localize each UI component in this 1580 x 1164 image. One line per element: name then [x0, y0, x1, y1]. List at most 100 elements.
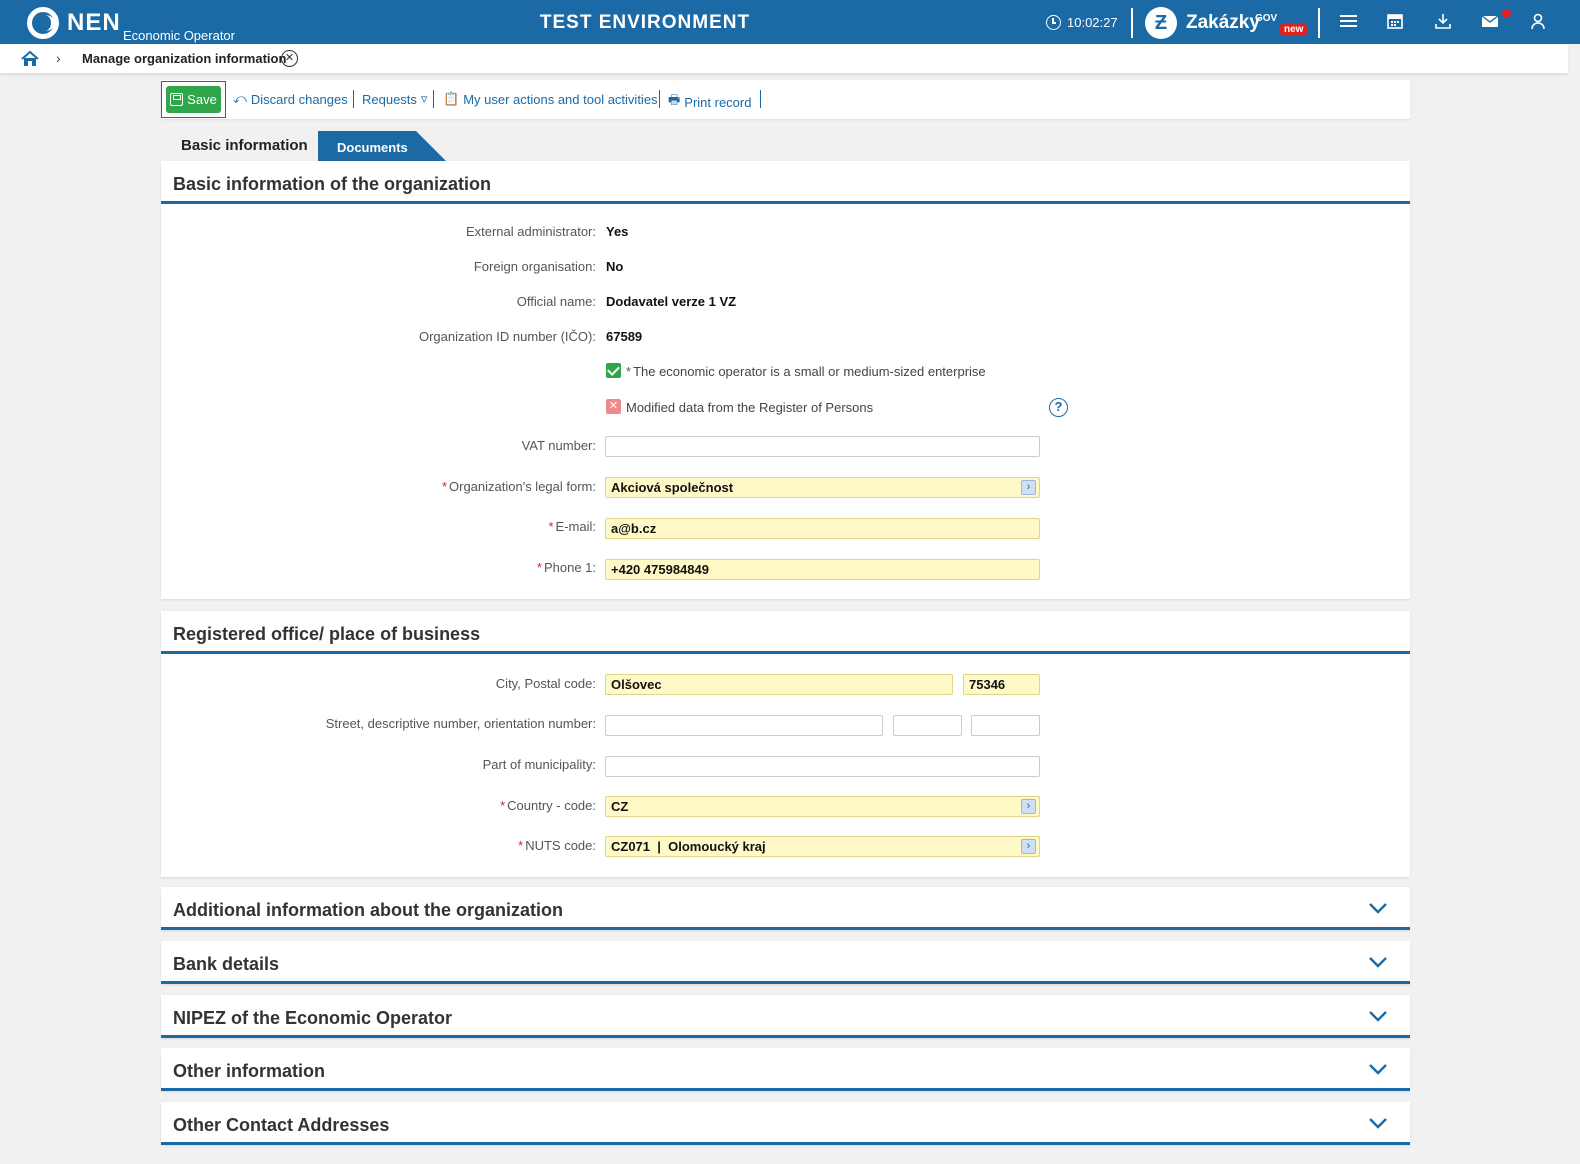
triangle-down-icon: ▿ [420, 91, 428, 106]
divider [433, 90, 434, 108]
official-name-label: Official name: [516, 294, 596, 309]
user-actions-label: My user actions and tool activities [463, 91, 658, 107]
registered-office-panel: Registered office/ place of business Cit… [161, 611, 1410, 877]
zakazky-link[interactable]: Zakázky [1186, 12, 1260, 34]
print-record-button[interactable]: 🖶 Print record [668, 91, 751, 113]
phone-label: * Phone 1: [536, 560, 596, 575]
bank-details-section[interactable]: Bank details [161, 941, 1410, 984]
divider [760, 90, 761, 108]
save-icon [170, 93, 184, 106]
official-name-value: Dodavatel verze 1 VZ [606, 294, 737, 309]
chevron-right-icon[interactable]: › [1021, 799, 1036, 814]
home-icon[interactable] [20, 50, 40, 68]
chevron-down-icon[interactable] [1368, 1009, 1388, 1023]
new-badge: new [1279, 23, 1309, 36]
print-label: Print record [684, 94, 752, 110]
other-info-section[interactable]: Other information [161, 1048, 1410, 1091]
vat-label: VAT number: [521, 438, 596, 453]
phone-field[interactable]: +420 475984849 [605, 559, 1040, 580]
tab-basic-information[interactable]: Basic information [161, 131, 319, 161]
foreign-org-value: No [606, 259, 624, 274]
country-label: * Country - code: [500, 798, 596, 813]
sme-label: * The economic operator is a small or med… [626, 364, 986, 379]
chevron-down-icon[interactable] [1368, 1062, 1388, 1076]
chevron-right-icon: › [56, 50, 61, 66]
chevron-right-icon[interactable]: › [1021, 480, 1036, 495]
city-label: City, Postal code: [495, 676, 596, 691]
printer-icon: 🖶 [668, 92, 681, 107]
undo-icon: ⤺ [233, 91, 247, 106]
section-title: Basic information of the organization [161, 161, 1410, 204]
notification-dot [1502, 9, 1511, 18]
divider [353, 90, 354, 108]
ico-value: 67589 [606, 329, 643, 344]
modified-data-checkbox[interactable]: ✕ [606, 399, 621, 414]
top-bar: NEN Economic Operator TEST ENVIRONMENT 1… [0, 0, 1580, 44]
discard-changes-button[interactable]: ⤺ Discard changes [233, 91, 348, 107]
requests-label: Requests [362, 91, 417, 107]
vat-input[interactable] [605, 436, 1040, 457]
session-timer: 10:02:27 [1046, 15, 1118, 30]
part-municipality-input[interactable] [605, 756, 1040, 777]
requests-dropdown[interactable]: Requests ▿ [362, 91, 427, 107]
help-icon[interactable]: ? [1049, 398, 1068, 417]
zakazky-logo-icon[interactable]: Ƶ [1145, 7, 1177, 39]
additional-info-section[interactable]: Additional information about the organiz… [161, 887, 1410, 930]
sme-checkbox[interactable] [606, 363, 621, 378]
section-title: Other Contact Addresses [173, 1115, 390, 1135]
menu-icon[interactable] [1338, 12, 1358, 32]
user-actions-button[interactable]: 📋 My user actions and tool activities [443, 91, 658, 107]
toolbar: Save ⤺ Discard changes Requests ▿ 📋 My u… [161, 80, 1410, 119]
basic-info-panel: Basic information of the organization Ex… [161, 161, 1410, 599]
descriptive-number-input[interactable] [893, 715, 962, 736]
clipboard-icon: 📋 [443, 91, 460, 106]
chevron-right-icon[interactable]: › [1021, 839, 1036, 854]
modified-data-label: Modified data from the Register of Perso… [626, 400, 874, 415]
divider [1131, 8, 1133, 38]
divider [659, 90, 660, 108]
street-input[interactable] [605, 715, 883, 736]
nuts-select[interactable]: CZ071 | Olomoucký kraj › [605, 836, 1040, 857]
divider [1318, 8, 1320, 38]
external-admin-value: Yes [606, 224, 629, 239]
orientation-number-input[interactable] [971, 715, 1040, 736]
breadcrumb-current: Manage organization information [82, 51, 287, 66]
calendar-icon[interactable] [1385, 12, 1405, 32]
chevron-down-icon[interactable] [1368, 901, 1388, 915]
session-time: 10:02:27 [1067, 15, 1118, 30]
other-contact-addresses-section[interactable]: Other Contact Addresses [161, 1102, 1410, 1145]
part-municipality-label: Part of municipality: [482, 757, 596, 772]
nipez-section[interactable]: NIPEZ of the Economic Operator [161, 995, 1410, 1038]
user-icon[interactable] [1528, 12, 1548, 32]
save-button[interactable]: Save [161, 81, 226, 118]
section-title: Registered office/ place of business [161, 611, 1410, 654]
email-field[interactable]: a@b.cz [605, 518, 1040, 539]
download-icon[interactable] [1433, 12, 1453, 32]
legal-form-label: * Organization's legal form: [441, 479, 596, 494]
tab-documents-label: Documents [337, 140, 408, 155]
chevron-down-icon[interactable] [1368, 955, 1388, 969]
close-icon[interactable]: ✕ [281, 50, 298, 67]
save-label: Save [187, 92, 217, 107]
email-label: * E-mail: [548, 519, 596, 534]
section-title: Bank details [173, 954, 280, 974]
clock-icon [1046, 15, 1061, 30]
section-title: NIPEZ of the Economic Operator [173, 1008, 453, 1028]
foreign-org-label: Foreign organisation: [473, 259, 596, 274]
mail-icon[interactable] [1480, 12, 1500, 32]
external-admin-label: External administrator: [465, 224, 596, 239]
street-label: Street, descriptive number, orientation … [325, 716, 596, 731]
breadcrumb: › Manage organization information ✕ [0, 44, 1568, 74]
ico-label: Organization ID number (IČO): [418, 329, 596, 344]
chevron-down-icon[interactable] [1368, 1116, 1388, 1130]
legal-form-select[interactable]: Akciová společnost › [605, 477, 1040, 498]
nuts-label: * NUTS code: [518, 838, 596, 853]
section-title: Other information [173, 1061, 325, 1081]
tab-documents[interactable]: Documents [318, 131, 446, 161]
discard-label: Discard changes [250, 91, 348, 107]
city-field[interactable]: Olšovec [605, 674, 953, 695]
country-select[interactable]: CZ › [605, 796, 1040, 817]
postal-code-field[interactable]: 75346 [963, 674, 1040, 695]
zakazky-gov-label: GOV [1255, 13, 1278, 24]
section-title: Additional information about the organiz… [173, 900, 563, 920]
